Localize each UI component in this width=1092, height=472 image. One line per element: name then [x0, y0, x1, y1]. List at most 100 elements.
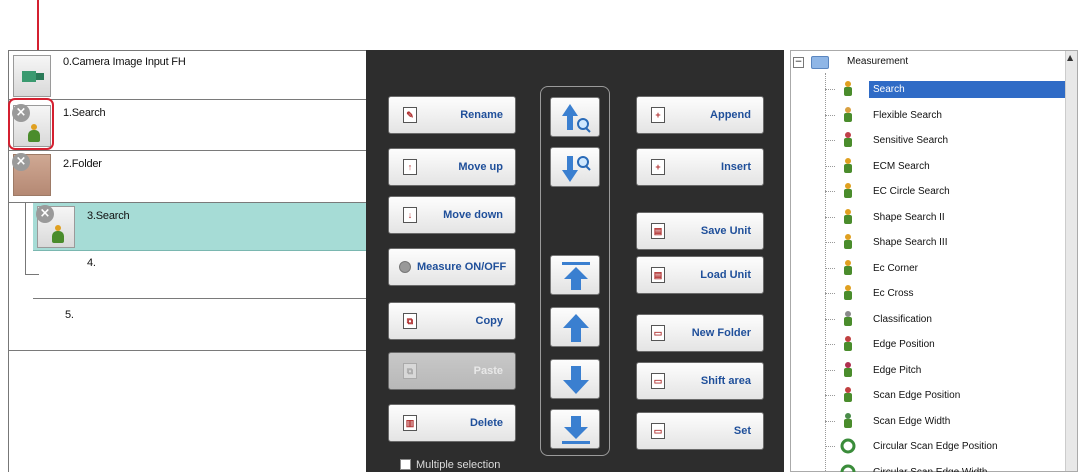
tree-item[interactable]: Edge Pitch [825, 358, 1065, 383]
circular-scan-icon [839, 437, 857, 455]
tree-connector [825, 369, 835, 371]
measure-off-x-icon: × [12, 153, 30, 171]
move-up-arrow-button[interactable] [550, 307, 600, 347]
scene-flow-panel: 0.Camera Image Input FH × 1.Search × 2.F… [8, 50, 367, 472]
flow-item-label: 4. [87, 257, 96, 269]
tree-item[interactable]: ECM Search [825, 154, 1065, 179]
flow-item-label: 2.Folder [63, 158, 102, 170]
copy-button[interactable]: ⧉ Copy [388, 302, 516, 340]
search-person-icon [52, 225, 64, 243]
edit-button-panel: ✎ Rename ↑ Move up ↓ Move down Measure O… [366, 50, 784, 472]
append-button[interactable]: + Append [636, 96, 764, 134]
tree-item[interactable]: Ec Corner [825, 256, 1065, 281]
tree-item-label: Ec Cross [873, 288, 914, 299]
down-magnify-arrow-icon [562, 156, 591, 182]
move-up-button[interactable]: ↑ Move up [388, 148, 516, 186]
rename-button[interactable]: ✎ Rename [388, 96, 516, 134]
flow-item-label: 3.Search [87, 210, 130, 222]
circular-scan-icon [839, 463, 857, 472]
tree-item[interactable]: Shape Search II [825, 205, 1065, 230]
tree-item-label: ECM Search [873, 160, 930, 172]
load-unit-button[interactable]: ▤ Load Unit [636, 256, 764, 294]
arrow-down-icon [563, 366, 589, 394]
tree-item[interactable]: Circular Scan Edge Width [825, 460, 1065, 472]
tree-connector [825, 344, 835, 345]
arrow-up-icon [563, 314, 589, 342]
insert-button[interactable]: + Insert [636, 148, 764, 186]
tree-item[interactable]: Classification [825, 307, 1065, 332]
flow-item-label: 0.Camera Image Input FH [63, 56, 186, 68]
tree-item-label: Circular Scan Edge Width [873, 466, 988, 472]
tree-item[interactable]: Search [825, 77, 1077, 102]
delete-button[interactable]: ▥ Delete [388, 404, 516, 442]
set-button[interactable]: ▭ Set [636, 412, 764, 450]
tree-root-label: Measurement [847, 56, 909, 67]
camera-unit-thumbnail[interactable] [13, 55, 51, 97]
arrow-to-top-icon [562, 262, 590, 290]
tree-item[interactable]: Scan Edge Width [825, 409, 1065, 434]
tree-scrollbar[interactable]: ▲ [1065, 51, 1077, 471]
tree-item[interactable]: Flexible Search [825, 103, 1065, 128]
append-icon: + [651, 107, 665, 123]
tree-item[interactable]: Scan Edge Position [825, 383, 1065, 408]
new-folder-button[interactable]: ▭ New Folder [636, 314, 764, 352]
move-down-search-button[interactable] [550, 147, 600, 187]
checkbox-box[interactable] [400, 459, 411, 470]
paste-icon: ⧉ [403, 363, 417, 379]
arrow-to-bottom-icon [562, 416, 590, 444]
measure-on-off-button[interactable]: Measure ON/OFF [388, 248, 516, 286]
tree-item-label: Edge Position [873, 339, 935, 350]
tree-connector [825, 114, 835, 116]
tree-item-label: Sensitive Search [873, 135, 949, 146]
tree-connector [825, 420, 835, 422]
edge-pitch-icon [839, 361, 857, 379]
multiple-selection-checkbox[interactable]: Multiple selection [400, 459, 500, 471]
move-down-arrow-button[interactable] [550, 359, 600, 399]
move-up-search-button[interactable] [550, 97, 600, 137]
move-down-icon: ↓ [403, 207, 417, 223]
tree-connector [825, 242, 835, 243]
flow-row-empty-4[interactable]: 4. [33, 251, 367, 299]
tree-connector [825, 318, 835, 320]
tree-item-label: Scan Edge Width [873, 415, 951, 427]
tree-item-label: EC Circle Search [873, 186, 950, 197]
tree-item[interactable]: Ec Cross [825, 281, 1065, 306]
flow-row-search-selected[interactable]: × 3.Search [33, 203, 367, 251]
flow-row-search[interactable]: × 1.Search [9, 100, 367, 151]
tree-item[interactable]: EC Circle Search [825, 179, 1065, 204]
scroll-up-icon[interactable]: ▲ [1067, 53, 1073, 62]
move-down-button[interactable]: ↓ Move down [388, 196, 516, 234]
shift-area-button[interactable]: ▭ Shift area [636, 362, 764, 400]
scan-edge-width-icon [839, 412, 857, 430]
search-unit-thumbnail[interactable]: × [36, 205, 75, 248]
copy-icon: ⧉ [403, 313, 417, 329]
measure-off-x-icon: × [36, 205, 54, 223]
folder-unit-thumbnail[interactable]: × [12, 153, 51, 196]
multiple-selection-label: Multiple selection [416, 459, 501, 471]
folder-icon [811, 56, 829, 69]
paste-button[interactable]: ⧉ Paste [388, 352, 516, 390]
tree-item-label: Edge Pitch [873, 364, 922, 376]
tree-item[interactable]: Circular Scan Edge Position [825, 434, 1065, 459]
flow-row-camera-input[interactable]: 0.Camera Image Input FH [9, 51, 367, 100]
tree-item-label: Classification [873, 313, 932, 325]
tree-connector [825, 395, 835, 396]
save-unit-button[interactable]: ▤ Save Unit [636, 212, 764, 250]
collapse-icon[interactable]: − [793, 57, 804, 68]
search-person-icon [839, 80, 857, 98]
move-to-top-button[interactable] [550, 255, 600, 295]
flow-row-empty-5[interactable]: 5. [9, 301, 367, 351]
tree-connector [825, 446, 835, 447]
tree-connector [825, 89, 835, 90]
move-up-icon: ↑ [403, 159, 417, 175]
tree-item[interactable]: Sensitive Search [825, 128, 1065, 153]
flow-row-folder[interactable]: × 2.Folder [9, 151, 367, 203]
tree-item[interactable]: Edge Position [825, 332, 1065, 357]
tree-item[interactable]: Shape Search III [825, 230, 1065, 255]
reorder-arrows-group [540, 86, 610, 456]
move-to-bottom-button[interactable] [550, 409, 600, 449]
tree-item-label: Ec Corner [873, 262, 919, 274]
tree-connector [825, 191, 835, 192]
processing-item-tree: − Measurement Search Flexible Search Sensi… [790, 50, 1078, 472]
folder-bracket-line [25, 203, 26, 275]
